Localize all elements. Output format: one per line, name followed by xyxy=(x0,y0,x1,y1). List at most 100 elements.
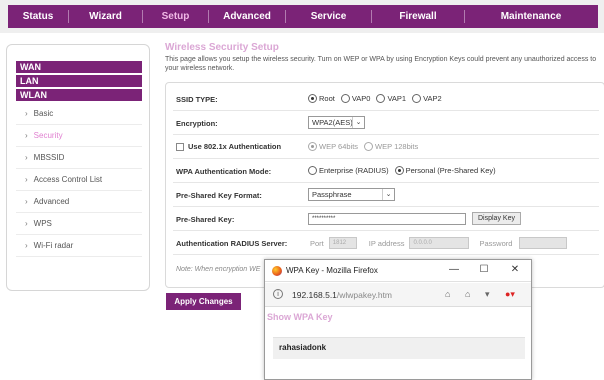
use-8021x-label: Use 802.1x Authentication xyxy=(188,142,282,151)
chevron-down-icon[interactable]: ▾ xyxy=(485,289,490,300)
popup-title: WPA Key - Mozilla Firefox xyxy=(286,266,378,275)
ssid-vap0-label: VAP0 xyxy=(351,94,371,103)
personal-radio[interactable] xyxy=(394,166,404,175)
sidebar-item-basic[interactable]: › Basic xyxy=(16,103,142,125)
sidebar-item-label: Access Control List xyxy=(33,175,103,184)
nav-setup[interactable]: Setup xyxy=(143,5,208,28)
addon-icon[interactable]: ●▾ xyxy=(505,289,515,300)
personal-label: Personal (Pre-Shared Key) xyxy=(405,166,496,175)
wpa-auth-mode-row: WPA Authentication Mode: Enterprise (RAD… xyxy=(173,159,599,183)
sidebar-group-lan[interactable]: LAN xyxy=(16,75,142,87)
psk-format-select[interactable]: Passphrase ⌄ xyxy=(308,188,395,201)
use-8021x-checkbox[interactable] xyxy=(176,142,184,151)
home-icon[interactable]: ⌂ xyxy=(445,289,450,299)
nav-service[interactable]: Service xyxy=(286,5,371,28)
psk-format-value: Passphrase xyxy=(312,190,352,199)
top-nav-strip: Status Wizard Setup Advanced Service Fir… xyxy=(0,0,604,33)
radius-ip-input[interactable]: 0.0.0.0 xyxy=(409,237,470,249)
chevron-down-icon: ⌄ xyxy=(352,117,364,128)
firefox-icon xyxy=(272,266,282,276)
sidebar-item-access-control-list[interactable]: › Access Control List xyxy=(16,169,142,191)
ssid-type-row: SSID TYPE: Root VAP0 VAP1 VAP2 xyxy=(173,87,599,111)
nav-wizard[interactable]: Wizard xyxy=(69,5,142,28)
ssid-vap1-radio[interactable] xyxy=(376,94,386,103)
ssid-vap2-label: VAP2 xyxy=(423,94,442,103)
sidebar-item-label: Advanced xyxy=(33,197,70,206)
ssid-vap2-radio[interactable] xyxy=(412,94,422,103)
psk-label: Pre-Shared Key: xyxy=(176,215,235,224)
ssid-root-label: Root xyxy=(319,94,335,103)
radius-password-label: Password xyxy=(479,238,513,248)
encryption-row: Encryption: WPA2(AES) ⌄ xyxy=(173,111,599,135)
psk-row: Pre-Shared Key: ********** Display Key xyxy=(173,207,599,231)
sidebar-group-wlan[interactable]: WLAN xyxy=(16,89,142,101)
nav-maintenance[interactable]: Maintenance xyxy=(465,5,597,28)
page-title: Wireless Security Setup xyxy=(165,42,279,53)
sidebar-item-label: WPS xyxy=(33,219,52,228)
radius-ip-label: IP address xyxy=(368,238,405,248)
encryption-value: WPA2(AES) xyxy=(312,118,353,127)
psk-format-label: Pre-Shared Key Format: xyxy=(176,191,262,200)
wpa-key-value: rahasiadonk xyxy=(273,337,525,359)
sidebar-item-security[interactable]: › Security xyxy=(16,125,142,147)
maximize-button[interactable]: ☐ xyxy=(475,263,493,277)
info-icon[interactable]: i xyxy=(273,289,283,299)
page-description: This page allows you setup the wireless … xyxy=(165,56,597,72)
url-text[interactable]: 192.168.5.1/wlwpakey.htm xyxy=(292,290,392,300)
radius-port-label: Port xyxy=(310,238,324,248)
psk-input[interactable]: ********** xyxy=(308,212,466,225)
home-icon-orange[interactable]: ⌂ xyxy=(465,289,470,299)
auth8021x-row: Use 802.1x Authentication WEP 64bits WEP… xyxy=(173,135,599,159)
radius-row: Authentication RADIUS Server: Port 1812 … xyxy=(173,231,599,255)
chevron-right-icon: › xyxy=(25,131,28,140)
sidebar-item-label: Basic xyxy=(33,109,54,118)
nav-status[interactable]: Status xyxy=(8,5,68,28)
apply-changes-button[interactable]: Apply Changes xyxy=(166,293,241,310)
wpa-auth-mode-label: WPA Authentication Mode: xyxy=(176,167,272,176)
radius-port-input[interactable]: 1812 xyxy=(328,237,357,249)
sidebar-group-wan[interactable]: WAN xyxy=(16,61,142,73)
url-path: /wlwpakey.htm xyxy=(336,290,393,300)
enterprise-radio[interactable] xyxy=(308,166,317,175)
wep128-radio[interactable] xyxy=(364,142,374,151)
sidebar-item-mbssid[interactable]: › MBSSID xyxy=(16,147,142,169)
ssid-type-options: Root VAP0 VAP1 VAP2 xyxy=(308,94,442,103)
ssid-vap0-radio[interactable] xyxy=(340,94,350,103)
display-key-button[interactable]: Display Key xyxy=(472,212,521,225)
sidebar: WAN LAN WLAN › Basic › Security › MBSSID › A… xyxy=(6,44,150,291)
psk-format-row: Pre-Shared Key Format: Passphrase ⌄ xyxy=(173,183,599,207)
main-nav: Status Wizard Setup Advanced Service Fir… xyxy=(8,5,598,28)
close-button[interactable]: ✕ xyxy=(506,263,524,277)
radius-password-input[interactable] xyxy=(519,237,568,249)
sidebar-item-wps[interactable]: › WPS xyxy=(16,213,142,235)
ssid-vap1-label: VAP1 xyxy=(387,94,407,103)
encryption-select[interactable]: WPA2(AES) ⌄ xyxy=(308,116,365,129)
sidebar-item-label: Wi-Fi radar xyxy=(33,241,74,250)
ssid-root-radio[interactable] xyxy=(308,94,317,103)
wep128-label: WEP 128bits xyxy=(375,142,419,151)
minimize-button[interactable]: — xyxy=(445,263,463,277)
wep64-radio[interactable] xyxy=(308,142,317,151)
url-host: 192.168.5.1 xyxy=(292,290,337,300)
sidebar-item-label: Security xyxy=(33,131,63,140)
encryption-label: Encryption: xyxy=(176,119,218,128)
chevron-right-icon: › xyxy=(25,241,28,250)
chevron-down-icon: ⌄ xyxy=(382,189,394,200)
enterprise-label: Enterprise (RADIUS) xyxy=(319,166,389,175)
chevron-right-icon: › xyxy=(25,153,28,162)
ssid-type-label: SSID TYPE: xyxy=(176,95,218,104)
sidebar-item-advanced[interactable]: › Advanced xyxy=(16,191,142,213)
popup-titlebar: WPA Key - Mozilla Firefox — ☐ ✕ xyxy=(265,260,531,282)
sidebar-item-wifi-radar[interactable]: › Wi-Fi radar xyxy=(16,235,142,257)
wep64-label: WEP 64bits xyxy=(319,142,359,151)
encryption-note: Note: When encryption WE xyxy=(176,266,261,273)
chevron-right-icon: › xyxy=(25,109,28,118)
nav-advanced[interactable]: Advanced xyxy=(209,5,285,28)
wpa-key-popup-window: WPA Key - Mozilla Firefox — ☐ ✕ i 192.16… xyxy=(264,259,532,380)
nav-firewall[interactable]: Firewall xyxy=(372,5,464,28)
security-form-panel: SSID TYPE: Root VAP0 VAP1 VAP2 Encryptio… xyxy=(165,82,604,288)
show-wpa-key-heading: Show WPA Key xyxy=(267,312,333,322)
chevron-right-icon: › xyxy=(25,175,28,184)
url-bar[interactable]: i 192.168.5.1/wlwpakey.htm ⌂ ⌂ ▾ ●▾ xyxy=(265,283,531,307)
chevron-right-icon: › xyxy=(25,197,28,206)
